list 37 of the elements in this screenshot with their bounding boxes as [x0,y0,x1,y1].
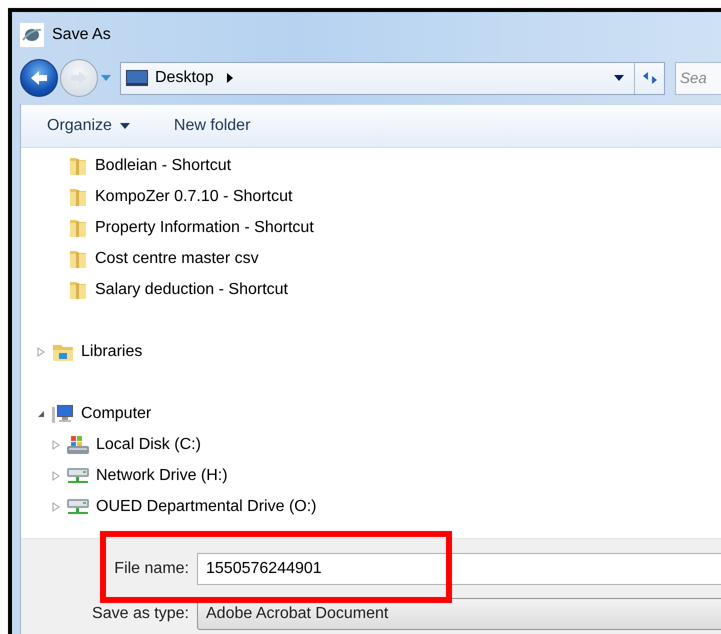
save-type-label: Save as type: [91,605,190,624]
window-title: Save As [52,26,111,44]
address-bar[interactable]: Desktop [120,62,665,94]
dropdown-caret-icon[interactable] [614,75,624,81]
disk-drive-icon [66,434,90,456]
caret-icon [120,123,130,129]
tree-item[interactable]: Network Drive (H:) [96,466,228,484]
folder-item[interactable]: Bodleian - Shortcut [95,156,232,174]
tree-item[interactable]: Local Disk (C:) [96,436,201,454]
arrow-right-icon [69,69,89,87]
expand-arrow-icon[interactable] [52,440,60,450]
toolbar-button[interactable]: New folder [174,117,250,135]
folder-item[interactable]: KompoZer 0.7.10 - Shortcut [95,188,292,206]
folder-item[interactable]: Cost centre master csv [95,250,259,268]
arrow-left-icon [29,69,49,87]
tree-item[interactable]: Computer [81,404,152,422]
tree-item[interactable]: OUED Departmental Drive (O:) [96,498,316,516]
tree-item[interactable]: Libraries [81,342,142,360]
back-button[interactable] [20,59,58,97]
folder-item[interactable]: Property Information - Shortcut [95,218,314,236]
menu-button[interactable]: Organize [47,117,130,135]
folder-item[interactable]: Salary deduction - Shortcut [95,280,288,298]
app-icon [20,22,44,46]
refresh-arrows-icon [640,70,658,86]
desktop-icon [125,68,149,88]
collapse-arrow-icon[interactable] [37,410,45,418]
computer-icon [51,402,75,424]
chevron-right-icon[interactable] [226,73,234,83]
address-location[interactable]: Desktop [155,69,214,87]
caret-icon[interactable] [100,74,112,82]
expand-arrow-icon[interactable] [52,470,60,480]
file-name-label: File name: [113,560,190,578]
expand-arrow-icon[interactable] [52,502,60,512]
search-field[interactable]: Sea [675,62,721,94]
expand-arrow-icon[interactable] [37,346,45,356]
save-type-dropdown[interactable]: Adobe Acrobat Document [197,598,721,630]
file-name-field[interactable]: 1550576244901 [197,552,721,585]
